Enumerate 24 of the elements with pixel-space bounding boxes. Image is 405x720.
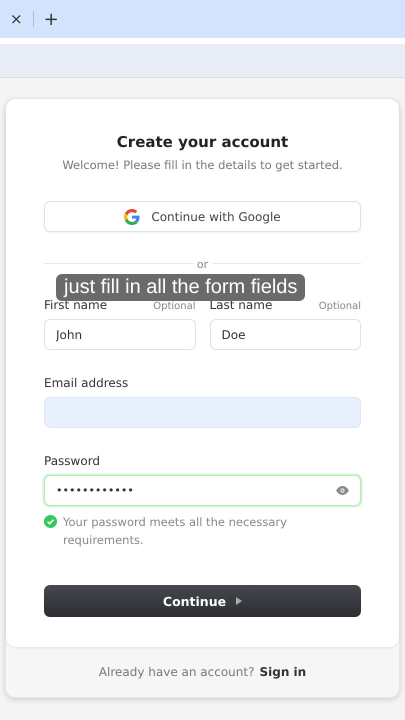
new-tab-button[interactable]: + [44,8,59,30]
field-label: Last name [210,298,272,312]
password-input[interactable]: •••••••••••• [44,475,361,506]
field-label: Password [44,454,102,468]
email-input[interactable] [44,397,361,428]
google-icon [124,208,140,224]
footer-text: Already have an account? [98,665,254,679]
video-caption: just fill in all the form fields [56,274,306,301]
field-label: First name [44,298,108,312]
optional-hint: Optional [153,301,196,312]
form-title: Create your account [116,133,290,151]
google-button[interactable]: Continue with Google [44,201,361,232]
form-subtitle: Welcome! Please fill in the details to get started. [61,158,344,172]
address-bar[interactable] [0,44,405,78]
password-message: Your password meets all the necessary requirements. [63,514,288,549]
field-label: Email address [44,376,130,390]
optional-hint: Optional [318,301,361,312]
check-icon [44,515,57,528]
close-tab-button[interactable]: × [10,10,23,28]
sign-in-link[interactable]: Sign in [259,665,306,679]
name-input[interactable]: Doe [210,319,361,350]
caret-icon [236,597,242,605]
continue-button[interactable]: Continue [44,585,361,617]
eye-icon[interactable] [336,486,349,495]
